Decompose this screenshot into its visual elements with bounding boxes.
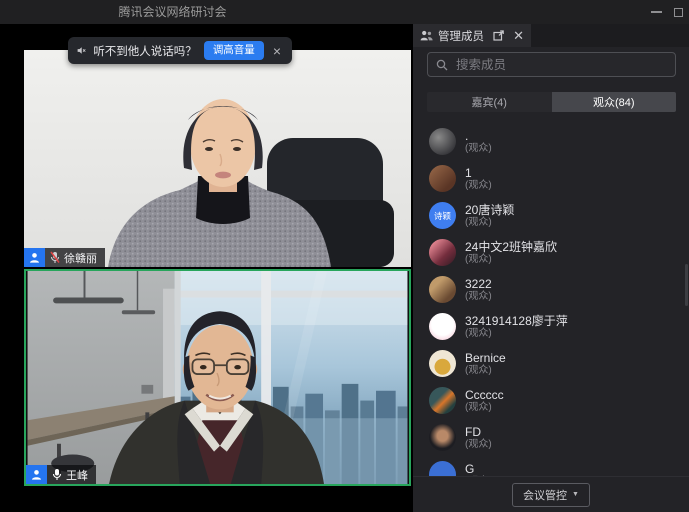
raise-volume-button[interactable]: 调高音量 [204,41,264,60]
meeting-control-label: 会议管控 [523,487,567,503]
meeting-control-button[interactable]: 会议管控 ▼ [512,483,590,507]
list-item[interactable]: 诗颖 20唐诗颖(观众) [429,197,689,234]
speaker1-video-frame [24,50,411,267]
member-name: 3241914128廖于萍 [465,314,568,328]
avatar [429,128,456,155]
manage-members-tab[interactable]: 管理成员 ✕ [413,24,531,47]
video-tile-speaker-1[interactable]: 徐赣丽 [24,50,411,267]
panel-title: 管理成员 [438,28,484,44]
avatar [429,239,456,266]
tab-audience[interactable]: 观众(84) [552,92,677,112]
chevron-down-icon: ▼ [572,491,579,498]
speaker1-name-badge: 徐赣丽 [24,248,105,267]
speaker-muted-icon [77,44,86,57]
speaker2-name-badge: 王峰 [26,465,96,484]
member-name: G [465,462,492,476]
banner-close-icon[interactable]: × [271,44,283,58]
avatar [429,313,456,340]
list-item[interactable]: 1(观众) [429,160,689,197]
member-role: (观众) [465,143,492,155]
speaker1-name: 徐赣丽 [64,250,97,266]
member-role: (观众) [465,365,506,377]
video-tile-speaker-2[interactable]: 王峰 [24,269,411,486]
panel-close-icon[interactable]: ✕ [513,29,524,42]
panel-footer: 会议管控 ▼ [413,476,689,512]
avatar [429,387,456,414]
panel-tabstrip: 管理成员 ✕ [413,24,689,47]
avatar [429,276,456,303]
member-name: FD [465,425,492,439]
member-role: (观众) [465,328,568,340]
member-badge-icon [26,465,47,484]
minimize-icon[interactable] [651,11,662,13]
member-name: 1 [465,166,492,180]
popout-icon[interactable] [493,30,504,41]
member-name: 24中文2班钟嘉欣 [465,240,557,254]
members-icon [420,30,433,41]
member-badge-icon [24,248,45,267]
member-name: . [465,129,492,143]
member-role: (观众) [465,180,492,192]
member-name: 3222 [465,277,492,291]
member-role: (观众) [465,254,557,266]
member-role: (观众) [465,217,514,229]
avatar [429,424,456,451]
tab-guests[interactable]: 嘉宾(4) [427,92,552,112]
list-item[interactable]: 24中文2班钟嘉欣(观众) [429,234,689,271]
member-role: (观众) [465,402,504,414]
member-name: 20唐诗颖 [465,203,514,217]
list-item[interactable]: 3241914128廖于萍(观众) [429,308,689,345]
list-item[interactable]: G(观众) [429,456,689,476]
avatar [429,350,456,377]
manage-members-panel: 管理成员 ✕ 嘉宾(4) 观众(84) . [413,24,689,512]
speaker2-video-frame [26,271,409,484]
speaker2-name: 王峰 [66,467,88,483]
meeting-window: 腾讯会议网络研讨会 听不到他人说话吗？ 调高音量 × [0,0,689,512]
search-icon [436,59,448,71]
list-item[interactable]: Bernice(观众) [429,345,689,382]
avatar: 诗颖 [429,202,456,229]
video-stage: 听不到他人说话吗？ 调高音量 × [0,24,413,512]
title-bar: 腾讯会议网络研讨会 [0,0,689,24]
member-search[interactable] [427,52,676,77]
search-input[interactable] [454,57,667,73]
window-controls [651,0,683,24]
list-item[interactable]: Cccccc(观众) [429,382,689,419]
mic-on-icon [52,468,62,481]
member-role: (观众) [465,291,492,303]
avatar [429,165,456,192]
banner-text: 听不到他人说话吗？ [93,43,197,59]
window-title: 腾讯会议网络研讨会 [0,0,345,24]
avatar [429,461,456,476]
audience-tabs: 嘉宾(4) 观众(84) [427,92,676,112]
member-role: (观众) [465,439,492,451]
member-name: Cccccc [465,388,504,402]
audio-help-banner: 听不到他人说话吗？ 调高音量 × [68,37,292,64]
list-item[interactable]: .(观众) [429,123,689,160]
scrollbar[interactable] [685,264,688,306]
list-item[interactable]: 3222(观众) [429,271,689,308]
mic-muted-icon [50,251,60,264]
maximize-icon[interactable] [674,8,683,17]
member-list: .(观众)1(观众)诗颖20唐诗颖(观众)24中文2班钟嘉欣(观众)3222(观… [413,123,689,476]
member-name: Bernice [465,351,506,365]
list-item[interactable]: FD(观众) [429,419,689,456]
